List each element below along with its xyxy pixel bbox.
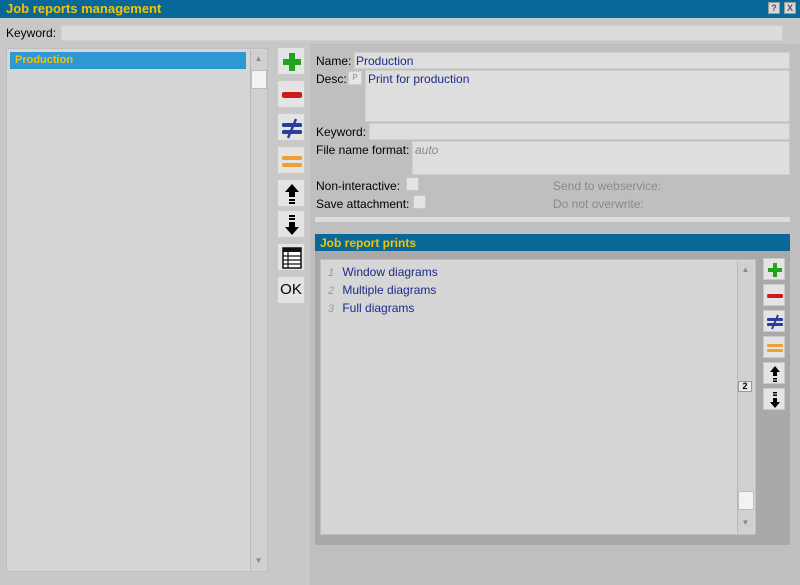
window-title: Job reports management <box>6 1 162 16</box>
desc-label: Desc: <box>316 72 347 86</box>
non-interactive-checkbox[interactable] <box>406 177 419 191</box>
send-to-webservice-label: Send to webservice: <box>553 179 662 193</box>
arrow-up-icon <box>285 184 299 204</box>
remove-print-button[interactable] <box>763 284 785 306</box>
scroll-up-icon[interactable]: ▲ <box>739 265 752 275</box>
modify-print-button[interactable] <box>763 310 785 332</box>
duplicate-print-button[interactable] <box>763 336 785 358</box>
not-equal-icon <box>767 314 783 330</box>
equals-icon <box>282 156 302 167</box>
name-label: Name: <box>316 54 352 68</box>
not-equal-icon <box>282 118 302 139</box>
add-icon <box>283 53 301 71</box>
file-name-format-field[interactable] <box>412 141 790 175</box>
scroll-down-icon[interactable]: ▼ <box>252 556 265 566</box>
name-value: Production <box>356 54 414 68</box>
keyword-search-label: Keyword: <box>6 26 57 40</box>
ok-button[interactable]: OK <box>277 276 305 304</box>
row-index: 3 <box>328 303 335 315</box>
add-button[interactable] <box>277 47 305 75</box>
prints-scroll-thumb[interactable] <box>738 491 754 510</box>
print-name: Multiple diagrams <box>342 283 437 297</box>
remove-button[interactable] <box>277 80 305 108</box>
print-name: Window diagrams <box>342 265 438 279</box>
arrow-down-icon <box>285 215 299 235</box>
name-field[interactable] <box>354 52 790 69</box>
print-name: Full diagrams <box>342 301 415 315</box>
desc-value: Print for production <box>368 72 470 86</box>
scroll-position-indicator: 2 <box>738 381 752 392</box>
add-icon <box>768 263 782 277</box>
duplicate-button[interactable] <box>277 146 305 174</box>
arrow-up-icon <box>770 366 780 382</box>
list-item[interactable]: 2 Multiple diagrams <box>328 283 436 297</box>
prints-section-title: Job report prints <box>320 236 417 250</box>
modify-button[interactable] <box>277 113 305 141</box>
non-interactive-label: Non-interactive: <box>316 179 401 193</box>
section-divider <box>315 217 790 222</box>
keyword-search-input[interactable] <box>61 25 783 41</box>
move-print-down-button[interactable] <box>763 388 785 410</box>
arrow-down-icon <box>770 392 780 408</box>
remove-icon <box>282 92 302 98</box>
list-scrollbar[interactable] <box>250 50 267 570</box>
file-name-format-label: File name format: <box>316 143 410 157</box>
close-button[interactable]: X <box>784 2 796 14</box>
list-item[interactable]: 1 Window diagrams <box>328 265 438 279</box>
move-up-button[interactable] <box>277 179 305 207</box>
list-item[interactable]: Production <box>10 52 246 69</box>
do-not-overwrite-label: Do not overwrite: <box>553 197 644 211</box>
job-report-list[interactable] <box>6 48 268 572</box>
keyword-label: Keyword: <box>316 125 367 139</box>
scroll-up-icon[interactable]: ▲ <box>252 54 265 64</box>
scroll-down-icon[interactable]: ▼ <box>739 518 752 528</box>
list-item[interactable]: 3 Full diagrams <box>328 301 414 315</box>
help-button[interactable]: ? <box>768 2 780 14</box>
remove-icon <box>767 294 783 298</box>
desc-language-button[interactable]: P <box>348 71 362 85</box>
move-print-up-button[interactable] <box>763 362 785 384</box>
save-attachment-checkbox[interactable] <box>413 195 426 209</box>
row-index: 1 <box>328 267 335 279</box>
table-icon <box>282 247 302 269</box>
row-index: 2 <box>328 285 335 297</box>
save-attachment-label: Save attachment: <box>316 197 410 211</box>
file-name-format-placeholder: auto <box>415 143 439 157</box>
keyword-field[interactable] <box>369 123 790 140</box>
add-print-button[interactable] <box>763 258 785 280</box>
equals-icon <box>767 344 783 352</box>
list-scroll-thumb[interactable] <box>251 70 267 89</box>
move-down-button[interactable] <box>277 210 305 238</box>
table-button[interactable] <box>277 243 305 271</box>
